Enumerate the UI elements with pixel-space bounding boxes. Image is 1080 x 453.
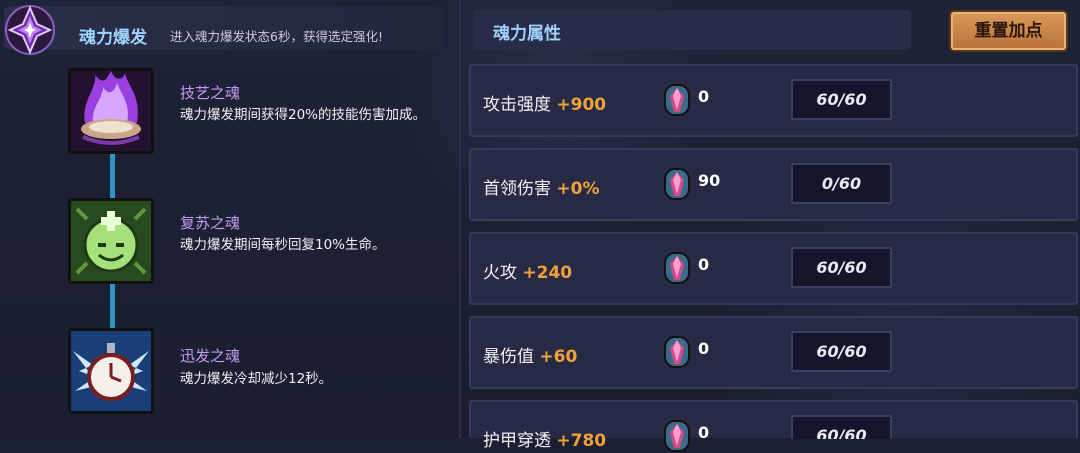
attribute-progress: 60/60 xyxy=(791,247,892,288)
attribute-row-attack-power: 攻击强度 +900 0 60/60 xyxy=(469,64,1078,137)
skill-name-swift: 迅发之魂 xyxy=(180,347,241,365)
attributes-title: 魂力属性 xyxy=(493,24,561,44)
winged-clock-icon xyxy=(71,331,151,411)
burst-header: 魂力爆发 进入魂力爆发状态6秒，获得选定强化! xyxy=(4,6,444,50)
burst-description: 进入魂力爆发状态6秒，获得选定强化! xyxy=(170,29,383,44)
soul-gem-icon[interactable] xyxy=(662,419,692,453)
attribute-label: 攻击强度 +900 xyxy=(483,90,606,115)
attribute-row-boss-damage: 首领伤害 +0% 90 0/60 xyxy=(469,148,1078,221)
attribute-row-armor-pen: 护甲穿透 +780 0 60/60 xyxy=(469,400,1078,452)
skill-connector xyxy=(110,154,115,198)
attribute-progress: 60/60 xyxy=(791,331,892,372)
gem-count: 0 xyxy=(698,87,710,106)
attribute-progress: 60/60 xyxy=(791,79,892,120)
attribute-label: 暴伤值 +60 xyxy=(483,342,577,367)
soul-burst-panel: 魂力爆发 进入魂力爆发状态6秒，获得选定强化! 技艺之魂 魂力爆发期间获得20%… xyxy=(0,0,460,438)
attribute-bonus: +60 xyxy=(539,347,578,367)
soul-gem-icon[interactable] xyxy=(662,167,692,201)
gem-count: 0 xyxy=(698,255,710,274)
gem-count: 0 xyxy=(698,423,710,442)
soul-burst-gem-icon xyxy=(5,5,55,55)
attribute-bonus: +900 xyxy=(556,95,607,115)
gem-count: 0 xyxy=(698,339,710,358)
attribute-row-crit-damage: 暴伤值 +60 0 60/60 xyxy=(469,316,1078,389)
attribute-label: 火攻 +240 xyxy=(483,258,572,283)
skill-desc-swift: 魂力爆发冷却减少12秒。 xyxy=(180,371,333,387)
soul-gem-icon[interactable] xyxy=(662,251,692,285)
attribute-row-fire-attack: 火攻 +240 0 60/60 xyxy=(469,232,1078,305)
skill-desc-technique: 魂力爆发期间获得20%的技能伤害加成。 xyxy=(180,107,427,123)
attribute-name: 首领伤害 xyxy=(483,179,551,199)
purple-flame-icon xyxy=(71,71,151,151)
attribute-bonus: +240 xyxy=(522,263,573,283)
attribute-progress: 0/60 xyxy=(791,163,892,204)
attribute-name: 攻击强度 xyxy=(483,95,551,115)
attribute-progress: 60/60 xyxy=(791,415,892,439)
attribute-name: 火攻 xyxy=(483,263,517,283)
skill-name-revival: 复苏之魂 xyxy=(180,214,241,232)
attribute-name: 护甲穿透 xyxy=(483,431,551,451)
skill-icon-revival[interactable] xyxy=(68,198,154,284)
skill-icon-technique[interactable] xyxy=(68,68,154,154)
panel-divider xyxy=(459,0,461,438)
attribute-bonus: +0% xyxy=(556,179,600,199)
skill-connector xyxy=(110,284,115,328)
gem-count: 90 xyxy=(698,171,721,190)
attribute-bonus: +780 xyxy=(556,431,607,451)
soul-gem-icon[interactable] xyxy=(662,83,692,117)
attribute-label: 护甲穿透 +780 xyxy=(483,426,606,451)
skill-icon-swift[interactable] xyxy=(68,328,154,414)
attributes-header: 魂力属性 xyxy=(473,10,911,50)
soul-gem-icon[interactable] xyxy=(662,335,692,369)
skill-desc-revival: 魂力爆发期间每秒回复10%生命。 xyxy=(180,237,386,253)
reset-points-button[interactable]: 重置加点 xyxy=(949,10,1068,52)
attribute-label: 首领伤害 +0% xyxy=(483,174,600,199)
green-heal-spirit-icon xyxy=(71,201,151,281)
skill-name-technique: 技艺之魂 xyxy=(180,84,241,102)
burst-title: 魂力爆发 xyxy=(79,28,147,48)
attribute-name: 暴伤值 xyxy=(483,347,534,367)
